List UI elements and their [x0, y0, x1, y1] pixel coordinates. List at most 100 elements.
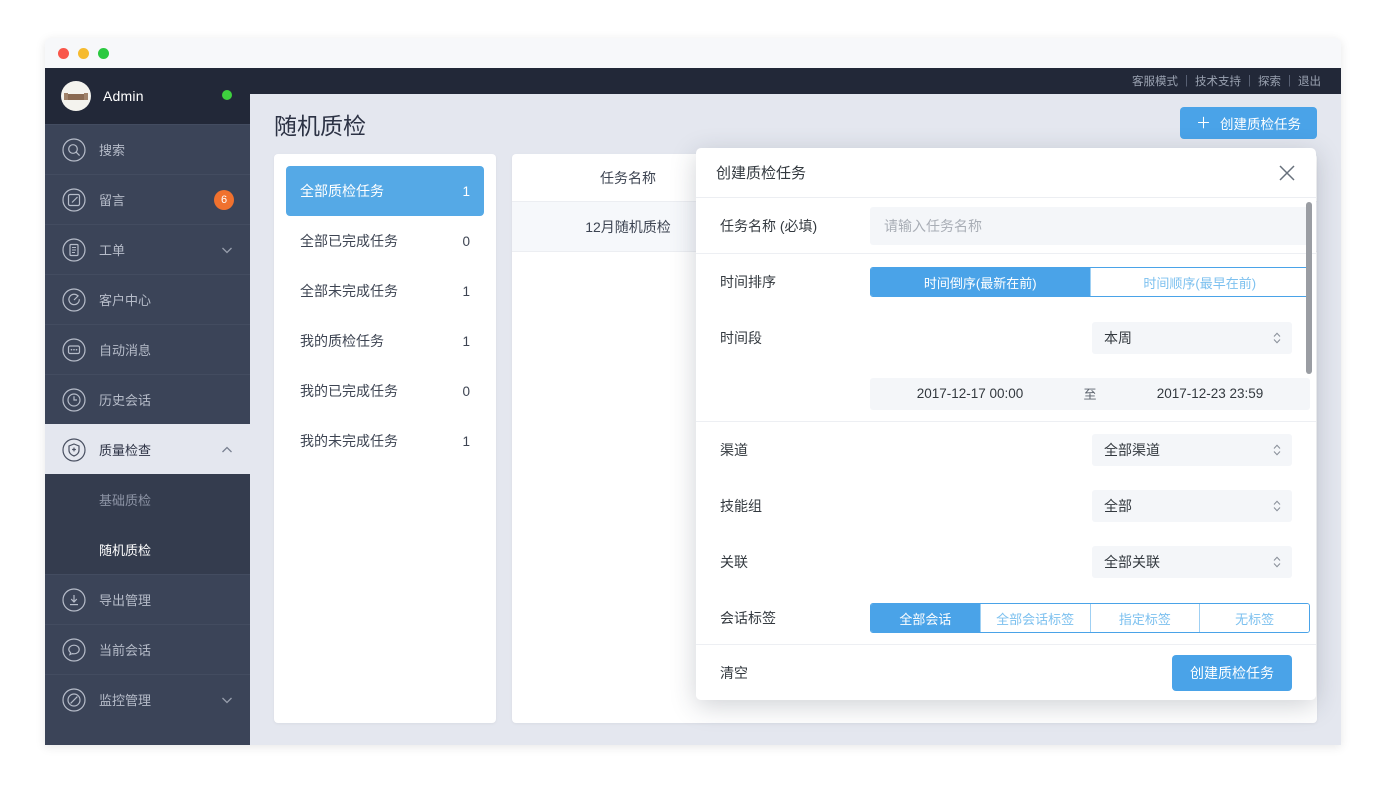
sidebar-item-label: 历史会话: [99, 390, 234, 409]
search-icon: [61, 137, 87, 163]
monitor-icon: [61, 687, 87, 713]
sidebar-account[interactable]: Admin: [45, 68, 250, 124]
sidebar-item-auto-message[interactable]: 自动消息: [45, 324, 250, 374]
sidebar-item-customer-center[interactable]: 客户中心: [45, 274, 250, 324]
avatar: [61, 81, 91, 111]
ticket-icon: [61, 237, 87, 263]
sidebar-subitem-basic-qc[interactable]: 基础质检: [45, 474, 250, 524]
field-time-range: 时间段 本周: [696, 310, 1316, 366]
shield-icon: [61, 437, 87, 463]
field-label: 时间排序: [720, 272, 870, 292]
modal-footer: 清空 创建质检任务: [696, 644, 1316, 700]
filter-label: 我的质检任务: [300, 331, 384, 351]
filter-item-all-tasks[interactable]: 全部质检任务 1: [286, 166, 484, 216]
sidebar-item-label: 监控管理: [99, 690, 220, 709]
session-tag-option-all-tags[interactable]: 全部会话标签: [980, 604, 1090, 632]
field-skill-group: 技能组 全部: [696, 478, 1316, 534]
history-icon: [61, 387, 87, 413]
create-qc-task-label: 创建质检任务: [1220, 113, 1301, 133]
topbar-separator: |: [1185, 75, 1188, 87]
sidebar-item-tickets[interactable]: 工单: [45, 224, 250, 274]
session-tag-option-specific-tags[interactable]: 指定标签: [1090, 604, 1200, 632]
filter-label: 我的已完成任务: [300, 381, 398, 401]
channel-select[interactable]: 全部渠道: [1092, 434, 1292, 466]
create-qc-task-modal: 创建质检任务 任务名称 (必填) 时间排序 时间倒序(最新在前) 时间顺序(最早…: [696, 148, 1316, 700]
sidebar: Admin 搜索 留言 6: [45, 68, 250, 745]
time-sort-option-asc[interactable]: 时间顺序(最早在前): [1090, 268, 1310, 296]
sidebar-item-label: 当前会话: [99, 640, 234, 659]
sidebar-item-current-session[interactable]: 当前会话: [45, 624, 250, 674]
download-icon: [61, 587, 87, 613]
date-range-end[interactable]: 2017-12-23 23:59: [1110, 386, 1310, 401]
field-channel: 渠道 全部渠道: [696, 422, 1316, 478]
topbar-link-explore[interactable]: 探索: [1258, 73, 1281, 89]
sidebar-item-monitor[interactable]: 监控管理: [45, 674, 250, 724]
page-header: 随机质检 ＋ 创建质检任务: [250, 94, 1341, 154]
date-range-separator: 至: [1070, 384, 1110, 403]
minimize-window-button[interactable]: [78, 48, 89, 59]
submit-create-task-button[interactable]: 创建质检任务: [1172, 655, 1292, 691]
plus-icon: ＋: [1196, 116, 1211, 131]
auto-message-icon: [61, 337, 87, 363]
field-task-name: 任务名称 (必填): [696, 198, 1316, 254]
page-title: 随机质检: [274, 107, 366, 141]
modal-scrollbar[interactable]: [1306, 202, 1312, 374]
sidebar-subitem-label: 随机质检: [99, 540, 151, 559]
zoom-window-button[interactable]: [98, 48, 109, 59]
filter-item-my-incomplete[interactable]: 我的未完成任务 1: [286, 416, 484, 466]
date-range-picker[interactable]: 2017-12-17 00:00 至 2017-12-23 23:59: [870, 378, 1310, 410]
session-tag-option-all-sessions[interactable]: 全部会话: [871, 604, 980, 632]
sidebar-item-export[interactable]: 导出管理: [45, 574, 250, 624]
sidebar-subitem-label: 基础质检: [99, 490, 151, 509]
time-range-preset-select[interactable]: 本周: [1092, 322, 1292, 354]
filter-count: 0: [462, 384, 470, 399]
relation-select[interactable]: 全部关联: [1092, 546, 1292, 578]
sidebar-item-label: 自动消息: [99, 340, 234, 359]
close-window-button[interactable]: [58, 48, 69, 59]
field-label: 时间段: [720, 328, 870, 348]
filter-count: 0: [462, 234, 470, 249]
filter-count: 1: [462, 284, 470, 299]
sidebar-subitem-random-qc[interactable]: 随机质检: [45, 524, 250, 574]
filter-item-my-completed[interactable]: 我的已完成任务 0: [286, 366, 484, 416]
online-status-dot: [222, 90, 232, 100]
topbar: 客服模式 | 技术支持 | 探索 | 退出: [250, 68, 1341, 94]
filter-item-my-tasks[interactable]: 我的质检任务 1: [286, 316, 484, 366]
field-label: 会话标签: [720, 608, 870, 628]
sidebar-item-label: 工单: [99, 240, 220, 259]
session-tag-option-no-tag[interactable]: 无标签: [1199, 604, 1309, 632]
window-traffic-lights[interactable]: [58, 48, 109, 59]
session-tag-segmented-control: 全部会话 全部会话标签 指定标签 无标签: [870, 603, 1310, 633]
field-label: 关联: [720, 552, 870, 572]
task-name-input[interactable]: [870, 207, 1310, 245]
account-name: Admin: [103, 88, 144, 104]
field-relation: 关联 全部关联: [696, 534, 1316, 590]
close-icon[interactable]: [1275, 161, 1299, 185]
message-icon: [61, 187, 87, 213]
skill-group-value: 全部: [1104, 496, 1132, 516]
modal-title: 创建质检任务: [716, 162, 806, 183]
topbar-link-logout[interactable]: 退出: [1298, 73, 1321, 89]
create-qc-task-button[interactable]: ＋ 创建质检任务: [1180, 107, 1317, 139]
sidebar-item-history[interactable]: 历史会话: [45, 374, 250, 424]
sidebar-item-search[interactable]: 搜索: [45, 124, 250, 174]
time-range-preset-value: 本周: [1104, 328, 1132, 348]
sidebar-item-quality-check[interactable]: 质量检查: [45, 424, 250, 474]
skill-group-select[interactable]: 全部: [1092, 490, 1292, 522]
topbar-link-agent-mode[interactable]: 客服模式: [1132, 73, 1178, 89]
topbar-link-tech-support[interactable]: 技术支持: [1195, 73, 1241, 89]
chat-icon: [61, 637, 87, 663]
filter-item-all-completed[interactable]: 全部已完成任务 0: [286, 216, 484, 266]
sidebar-submenu-quality-check: 基础质检 随机质检: [45, 474, 250, 574]
time-sort-option-desc[interactable]: 时间倒序(最新在前): [871, 268, 1090, 296]
sidebar-item-label: 搜索: [99, 140, 234, 159]
screen-root: Admin 搜索 留言 6: [0, 0, 1380, 810]
sidebar-item-messages[interactable]: 留言 6: [45, 174, 250, 224]
sidebar-item-label: 客户中心: [99, 290, 234, 309]
date-range-start[interactable]: 2017-12-17 00:00: [870, 386, 1070, 401]
filter-item-all-incomplete[interactable]: 全部未完成任务 1: [286, 266, 484, 316]
sidebar-item-label: 质量检查: [99, 440, 220, 459]
customer-icon: [61, 287, 87, 313]
clear-button[interactable]: 清空: [720, 663, 748, 683]
chevron-updown-icon: [1272, 442, 1282, 458]
